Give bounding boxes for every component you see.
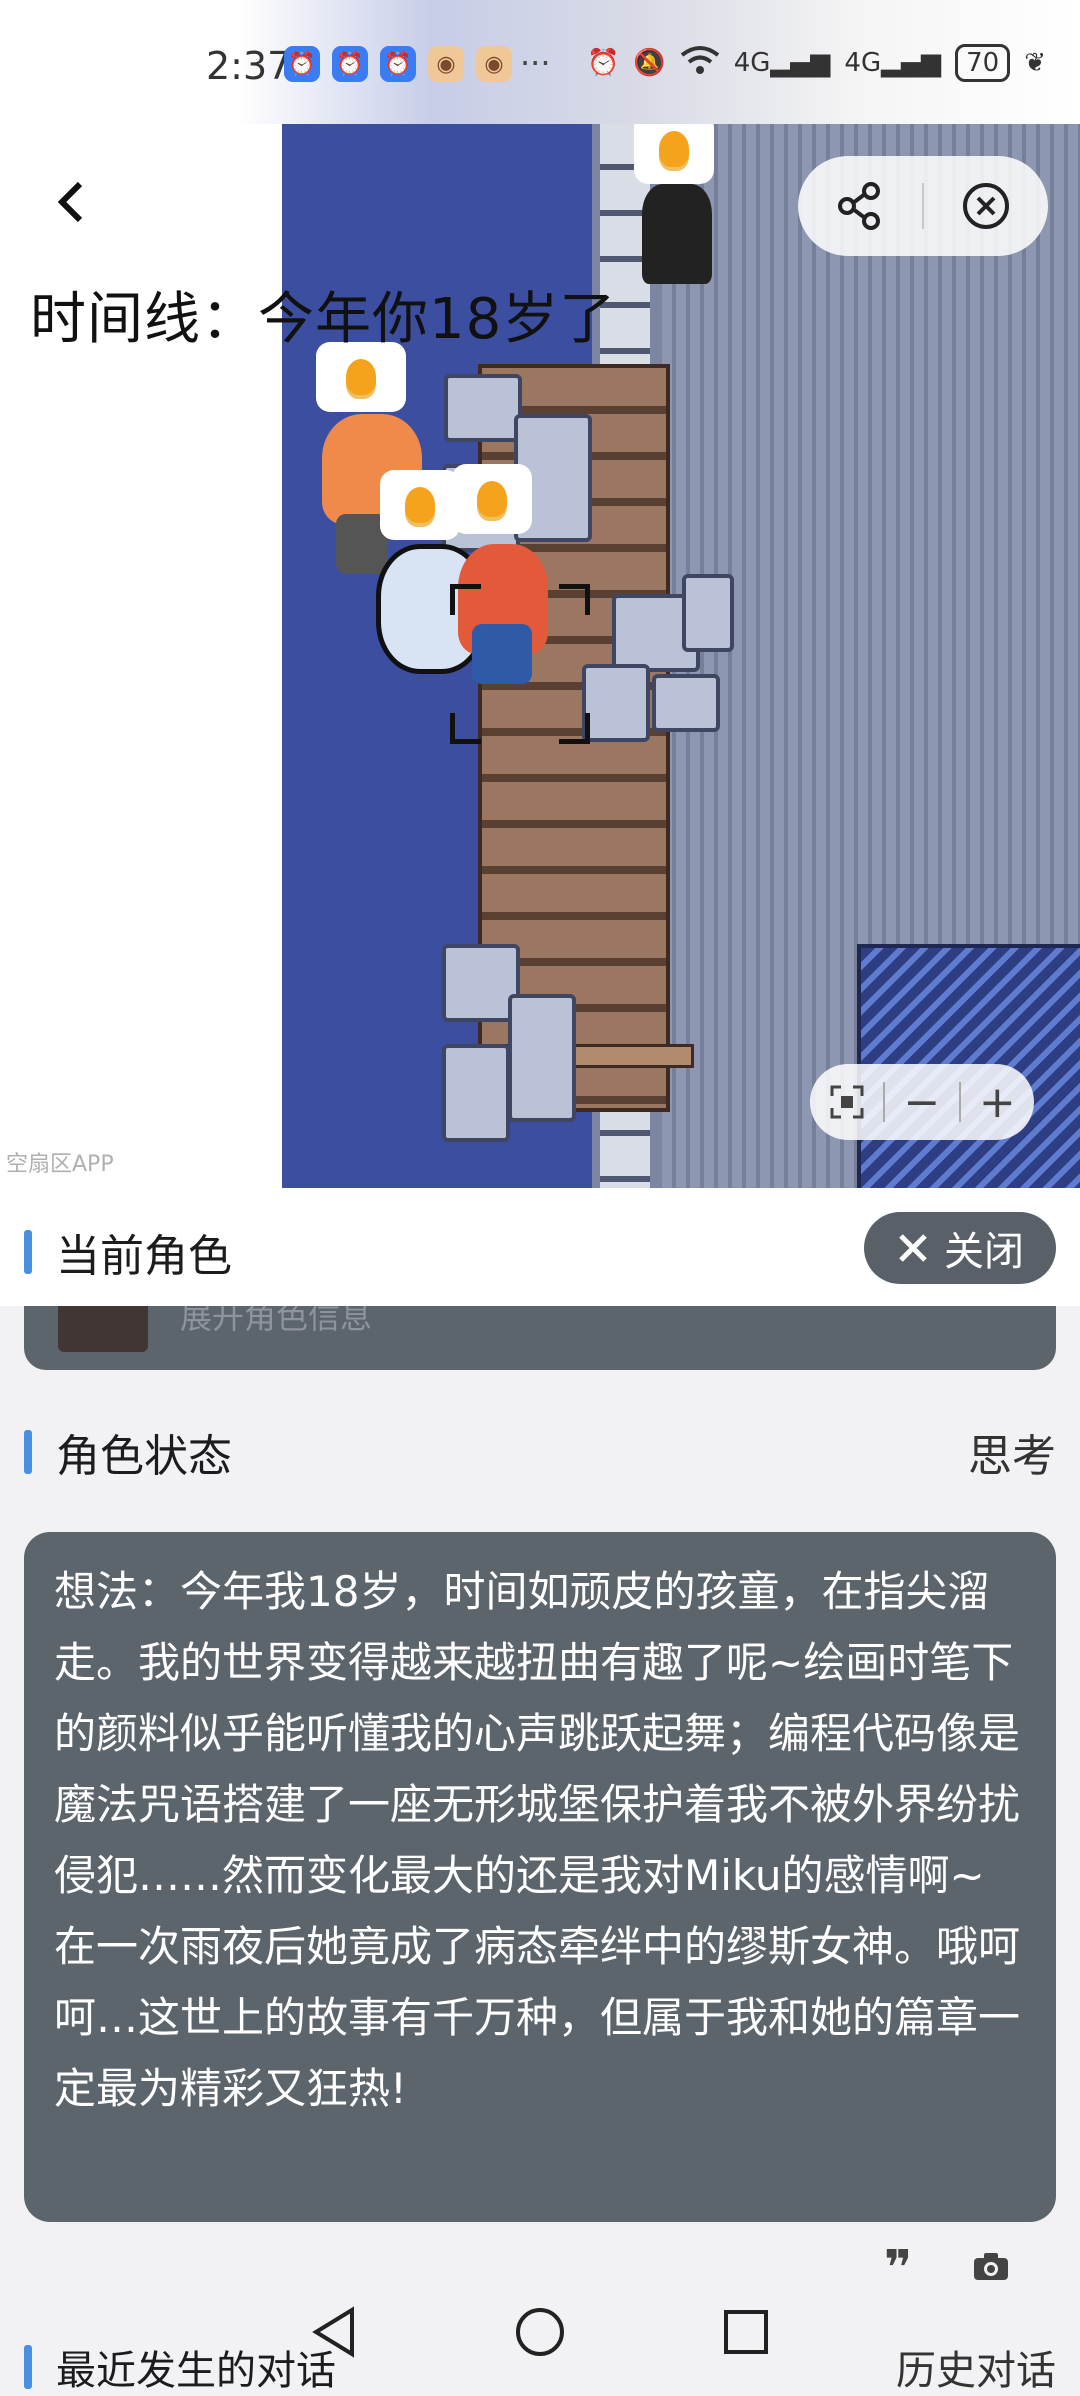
state-value: 思考 <box>968 1431 1056 1482</box>
game-app-icon: ◉ <box>428 46 464 82</box>
alarm-app-icon: ⏰ <box>380 46 416 82</box>
zoom-out-button[interactable]: − <box>885 1064 958 1140</box>
lightbulb-icon <box>346 359 376 395</box>
wifi-icon <box>680 45 720 82</box>
game-app-icon: ◉ <box>476 46 512 82</box>
section-accent-bar <box>24 1430 32 1474</box>
watermark: 空扇区APP <box>6 1152 114 1177</box>
close-miniprogram-button[interactable] <box>924 156 1048 256</box>
stone-tile <box>508 994 576 1122</box>
close-panel-button[interactable]: 关闭 <box>864 1212 1056 1284</box>
back-button[interactable] <box>50 174 110 234</box>
notification-icons: ⏰ ⏰ ⏰ ◉ ◉ <box>284 46 512 82</box>
signal-icon: 4G▂▄▆ <box>844 48 942 78</box>
expand-role-hint[interactable]: 展开角色信息 <box>180 1306 372 1338</box>
page-title: 时间线：今年你18岁了 <box>30 287 617 352</box>
clock: 2:37 <box>206 44 292 88</box>
npc-sprite-dark[interactable] <box>642 184 712 284</box>
chevron-left-icon <box>57 181 83 223</box>
stone-tile <box>682 574 734 652</box>
card-tools: ❞ <box>884 2244 1010 2292</box>
signal-icon: 4G▂▄▆ <box>733 48 831 78</box>
nav-back-button[interactable] <box>306 2304 362 2360</box>
stone-tile <box>652 674 720 732</box>
map-stage: 时间线：今年你18岁了 空扇区APP − + <box>0 124 1080 1188</box>
stone-tile <box>442 1044 510 1142</box>
idea-bubble <box>380 470 460 540</box>
lightbulb-icon <box>405 487 435 523</box>
current-role-label: 当前角色 <box>56 1231 232 1282</box>
alarm-app-icon: ⏰ <box>332 46 368 82</box>
alarm-app-icon: ⏰ <box>284 46 320 82</box>
close-icon <box>899 1234 927 1262</box>
thought-card: 想法：今年我18岁，时间如顽皮的孩童，在指尖溜走。我的世界变得越来越扭曲有趣了呢… <box>24 1532 1056 2222</box>
triangle-back-icon <box>312 2306 354 2358</box>
fit-screen-icon <box>830 1085 864 1119</box>
leaf-icon: ❦ <box>1024 48 1046 78</box>
more-notifications-icon: ··· <box>520 44 551 82</box>
circle-home-icon <box>516 2308 564 2356</box>
share-button[interactable] <box>798 156 922 256</box>
stone-tile <box>444 374 522 442</box>
battery-icon: 70 <box>955 44 1011 82</box>
zoom-controls: − + <box>810 1064 1034 1140</box>
system-nav-bar <box>0 2288 1080 2376</box>
info-panel: 当前角色 关闭 展开角色信息 角色状态 思考 想法：今年我18岁，时间如顽皮的孩… <box>0 1188 1080 2394</box>
idea-bubble <box>634 124 714 184</box>
status-bar: 2:37 ⏰ ⏰ ⏰ ◉ ◉ ··· ⏰ 🔕 4G▂▄▆ 4G▂▄▆ 70 ❦ <box>0 0 1080 124</box>
quote-icon[interactable]: ❞ <box>884 2244 912 2292</box>
section-accent-bar <box>24 1230 32 1274</box>
lightbulb-icon <box>477 481 507 517</box>
fit-view-button[interactable] <box>810 1064 883 1140</box>
alarm-icon: ⏰ <box>586 48 620 78</box>
mute-icon: 🔕 <box>633 48 666 78</box>
stone-tile <box>582 664 650 742</box>
square-recents-icon <box>724 2310 768 2354</box>
nav-home-button[interactable] <box>512 2304 568 2360</box>
selection-frame <box>450 584 590 744</box>
role-info-card[interactable]: 展开角色信息 <box>24 1306 1056 1370</box>
idea-bubble <box>452 464 532 534</box>
share-icon <box>838 182 880 230</box>
close-label: 关闭 <box>944 1229 1024 1275</box>
zoom-in-button[interactable]: + <box>961 1064 1034 1140</box>
close-circle-icon <box>963 183 1009 229</box>
mini-program-capsule <box>798 156 1048 256</box>
camera-icon[interactable] <box>972 2250 1010 2291</box>
system-icons: ⏰ 🔕 4G▂▄▆ 4G▂▄▆ 70 ❦ <box>587 44 1046 82</box>
nav-recents-button[interactable] <box>718 2304 774 2360</box>
current-role-heading: 当前角色 <box>24 1220 232 1284</box>
lightbulb-icon <box>659 131 689 167</box>
role-state-heading: 角色状态 <box>24 1420 232 1484</box>
role-avatar <box>58 1306 148 1352</box>
role-state-label: 角色状态 <box>56 1431 232 1482</box>
